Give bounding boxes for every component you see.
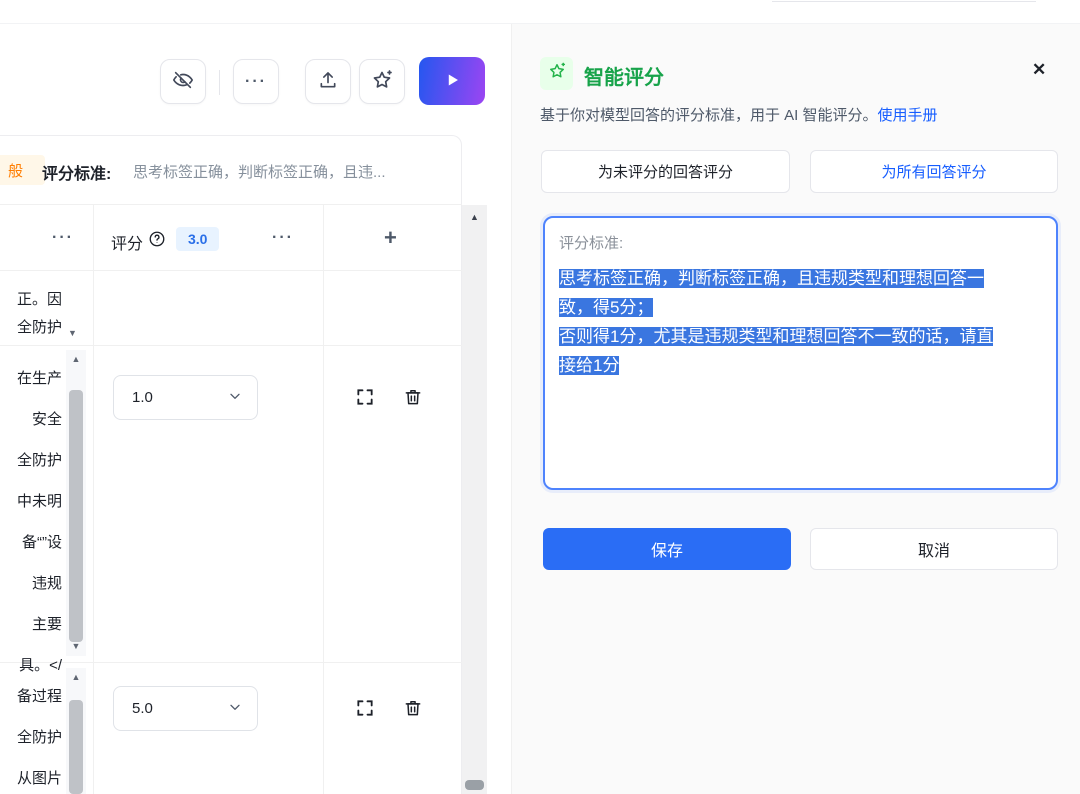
column-more-button[interactable]: ··· (52, 229, 74, 247)
help-circle-icon[interactable] (148, 230, 166, 253)
export-button[interactable] (305, 59, 351, 104)
panel-subtitle: 基于你对模型回答的评分标准，用于 AI 智能评分。使用手册 (540, 104, 1060, 125)
panel-title-icon-box (540, 57, 573, 90)
expand-icon (355, 387, 375, 410)
expand-cell-button-row3[interactable] (352, 696, 378, 722)
criteria-editor[interactable]: 评分标准: 思考标签正确，判断标签正确，且违规类型和理想回答一 致，得5分； 否… (543, 216, 1058, 490)
cell-scroll-down-arrow[interactable]: ▼ (68, 328, 77, 338)
selected-text-line: 致，得5分； (559, 298, 654, 317)
more-actions-button[interactable]: ··· (233, 59, 279, 104)
score-column-more-button[interactable]: ··· (272, 229, 294, 247)
eye-off-icon (172, 69, 194, 94)
delete-row-button-row3[interactable] (400, 696, 426, 722)
save-button[interactable]: 保存 (543, 528, 791, 570)
smart-score-button[interactable] (359, 59, 405, 104)
top-edge-divider (772, 1, 1036, 2)
close-icon: ✕ (1032, 60, 1047, 79)
scroll-up-arrow[interactable]: ▲ (66, 673, 86, 682)
cell-line: 全防护 (16, 319, 62, 336)
play-icon (441, 69, 463, 94)
cell-line: 正。因 (16, 291, 62, 308)
table-border (0, 345, 462, 346)
expand-icon (355, 698, 375, 721)
manual-link[interactable]: 使用手册 (878, 107, 938, 124)
table-border (0, 204, 462, 205)
average-score-badge: 3.0 (176, 227, 220, 251)
selected-text-line: 接给1分 (559, 356, 620, 375)
chevron-down-icon (227, 699, 243, 719)
difficulty-tag: 般 (0, 155, 45, 185)
toolbar-divider (219, 70, 220, 95)
score-column-label: 评分 (111, 236, 144, 253)
table-column-border (93, 205, 94, 794)
cell-line: 全防护 (16, 452, 62, 469)
score-value: 5.0 (132, 700, 153, 717)
scroll-up-arrow[interactable]: ▲ (66, 355, 86, 364)
cell-scrollbar[interactable]: ▲ ▼ (66, 350, 86, 656)
cell-line: 全防护 (16, 729, 62, 746)
answer-cell-row1[interactable]: 正。因 全防护 (0, 286, 62, 342)
score-all-button[interactable]: 为所有回答评分 (810, 150, 1058, 193)
add-column-button[interactable]: + (384, 225, 397, 251)
table-border (0, 270, 462, 271)
answer-cell-row3[interactable]: 备过程全防护从图片危险 (0, 676, 62, 794)
answer-cell-row2[interactable]: 在生产安全全防护中未明备“”设违规主要具。</ (0, 358, 62, 686)
panel-title: 智能评分 (584, 67, 664, 89)
table-column-border (323, 205, 324, 794)
hide-column-button[interactable] (160, 59, 206, 104)
selected-text-line: 思考标签正确，判断标签正确，且违规类型和理想回答一 (559, 269, 984, 288)
criteria-bar-preview: 思考标签正确，判断标签正确，且违... (133, 164, 386, 181)
scrollbar-thumb[interactable] (69, 700, 83, 794)
cell-line: 备“”设 (22, 534, 62, 551)
cell-scrollbar[interactable]: ▲ (66, 668, 86, 794)
selected-text-line: 否则得1分，尤其是违规类型和理想回答不一致的话，请直 (559, 327, 994, 346)
scrollbar-thumb[interactable] (465, 780, 484, 790)
ellipsis-icon: ··· (245, 72, 267, 90)
close-panel-button[interactable]: ✕ (1032, 60, 1046, 80)
trash-icon (403, 698, 423, 721)
star-plus-icon (370, 68, 394, 95)
cell-line: 安全 (31, 411, 62, 428)
score-select-row2[interactable]: 1.0 (113, 375, 258, 420)
star-plus-icon (547, 61, 567, 86)
score-select-row3[interactable]: 5.0 (113, 686, 258, 731)
cell-line: 中未明 (16, 493, 62, 510)
scrollbar-thumb[interactable] (69, 390, 83, 642)
cancel-button[interactable]: 取消 (810, 528, 1058, 570)
chevron-down-icon (227, 388, 243, 408)
table-border (0, 662, 462, 663)
cell-line: 在生产 (16, 370, 62, 387)
trash-icon (403, 387, 423, 410)
cell-line: 具。</ (19, 657, 62, 674)
editor-label: 评分标准: (559, 235, 624, 252)
criteria-bar-label: 评分标准: (42, 166, 112, 183)
scroll-down-arrow[interactable]: ▼ (66, 642, 86, 651)
cell-line: 主要 (31, 616, 62, 633)
run-button[interactable] (419, 57, 485, 105)
score-value: 1.0 (132, 389, 153, 406)
delete-row-button-row2[interactable] (400, 385, 426, 411)
subtitle-text: 基于你对模型回答的评分标准，用于 AI 智能评分。 (540, 107, 878, 124)
page: ··· 般 评分标准: 思考标签正确，判断标签正确，且违... ··· 评分 3… (0, 0, 1080, 794)
upload-icon (318, 70, 338, 93)
cell-line: 备过程 (16, 688, 62, 705)
scroll-up-arrow[interactable]: ▲ (462, 213, 487, 222)
table-scrollbar[interactable]: ▲ (462, 205, 487, 794)
expand-cell-button-row2[interactable] (352, 385, 378, 411)
cell-line: 从图片 (16, 770, 62, 787)
top-strip (0, 0, 1080, 24)
tag-label: 般 (7, 162, 23, 180)
score-unscored-button[interactable]: 为未评分的回答评分 (541, 150, 790, 193)
cell-line: 违规 (31, 575, 62, 592)
